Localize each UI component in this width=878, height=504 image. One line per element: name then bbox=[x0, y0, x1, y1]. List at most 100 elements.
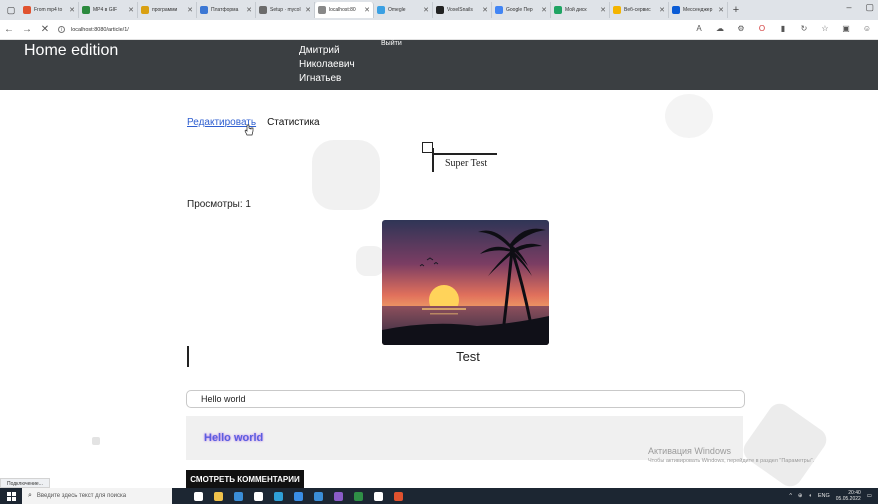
explorer-glyph bbox=[214, 491, 223, 501]
minimize-button[interactable]: – bbox=[846, 2, 851, 13]
tab-favicon-icon bbox=[436, 6, 444, 14]
edge-icon[interactable] bbox=[270, 488, 287, 504]
tab-close-icon[interactable]: ✕ bbox=[659, 6, 665, 14]
tab-title: VoxelSnails bbox=[447, 7, 473, 13]
tab-favicon-icon bbox=[613, 6, 621, 14]
check-icon[interactable] bbox=[310, 488, 327, 504]
background-shape bbox=[739, 399, 831, 491]
vscode-icon[interactable] bbox=[290, 488, 307, 504]
volume-icon[interactable]: ◖ bbox=[809, 493, 812, 499]
tab-favicon-icon bbox=[377, 6, 385, 14]
tab-close-icon[interactable]: ✕ bbox=[187, 6, 193, 14]
tab-close-icon[interactable]: ✕ bbox=[364, 6, 370, 14]
notifications-icon[interactable]: ▭ bbox=[867, 493, 872, 499]
tab-close-icon[interactable]: ✕ bbox=[246, 6, 252, 14]
sunset-palm-image bbox=[382, 220, 549, 345]
browser-tab[interactable]: Веб-сервис ✕ bbox=[610, 2, 669, 18]
tab-favicon-icon bbox=[23, 6, 31, 14]
browser-tab[interactable]: Setup · mycol ✕ bbox=[256, 2, 315, 18]
taskbar-search-placeholder: Введите здесь текст для поиска bbox=[36, 493, 127, 499]
tab-close-icon[interactable]: ✕ bbox=[600, 6, 606, 14]
browser-tab[interactable]: From mp4 to ✕ bbox=[20, 2, 79, 18]
close-load-icon[interactable]: ✕ bbox=[36, 24, 54, 35]
tab-title: MP4 в GIF bbox=[93, 7, 118, 13]
store-icon[interactable] bbox=[250, 488, 267, 504]
tab-close-icon[interactable]: ✕ bbox=[128, 6, 134, 14]
mail-icon[interactable] bbox=[230, 488, 247, 504]
article-logo: Super Test bbox=[420, 142, 500, 176]
browser-tab[interactable]: Мой диск ✕ bbox=[551, 2, 610, 18]
tab-actions-icon[interactable]: ▢ bbox=[2, 2, 20, 18]
tracking-icon[interactable]: ☁ bbox=[715, 24, 725, 33]
browser-tab[interactable]: Мессенджер ✕ bbox=[669, 2, 728, 18]
mail-glyph bbox=[234, 491, 243, 501]
background-shape bbox=[665, 94, 713, 138]
site-info-icon[interactable]: i bbox=[58, 26, 65, 33]
opera-icon[interactable]: O bbox=[757, 24, 767, 33]
logout-link[interactable]: Выйти bbox=[381, 40, 402, 47]
refresh-icon[interactable]: ↻ bbox=[799, 24, 809, 33]
clock[interactable]: 20:40 05.05.2022 bbox=[836, 490, 861, 502]
forward-icon[interactable]: → bbox=[18, 24, 36, 35]
store-glyph bbox=[254, 491, 263, 501]
tab-close-icon[interactable]: ✕ bbox=[718, 6, 724, 14]
browser-tab[interactable]: Omegle ✕ bbox=[374, 2, 433, 18]
tray-chevron-icon[interactable]: ^ bbox=[789, 493, 792, 499]
windows-activation-watermark: Активация Windows Чтобы активировать Win… bbox=[648, 446, 814, 464]
bolt-icon[interactable]: ▮ bbox=[778, 24, 788, 33]
vs-icon[interactable] bbox=[330, 488, 347, 504]
text-caret bbox=[187, 346, 189, 367]
back-icon[interactable]: ← bbox=[0, 24, 18, 35]
site-brand-link[interactable]: Home edition bbox=[24, 42, 118, 60]
comment-input[interactable] bbox=[186, 390, 745, 408]
monitor-icon[interactable] bbox=[370, 488, 387, 504]
new-tab-button[interactable]: + bbox=[728, 4, 744, 16]
chrome-glyph bbox=[394, 491, 403, 501]
tab-close-icon[interactable]: ✕ bbox=[482, 6, 488, 14]
browser-tab[interactable]: VoxelSnails ✕ bbox=[433, 2, 492, 18]
maximize-button[interactable]: ▢ bbox=[865, 2, 874, 13]
tab-title: программи bbox=[152, 7, 178, 13]
tab-favicon-icon bbox=[672, 6, 680, 14]
tab-title: Google Пер bbox=[506, 7, 533, 13]
show-comments-button[interactable]: СМОТРЕТЬ КОММЕНТАРИИ bbox=[186, 470, 304, 490]
chrome-icon[interactable] bbox=[390, 488, 407, 504]
favorites-icon[interactable]: ☆ bbox=[820, 24, 830, 33]
tab-close-icon[interactable]: ✕ bbox=[305, 6, 311, 14]
taskbar-apps bbox=[190, 488, 407, 504]
collections-icon[interactable]: ▣ bbox=[841, 24, 851, 33]
tab-close-icon[interactable]: ✕ bbox=[541, 6, 547, 14]
window-controls: – ▢ bbox=[846, 2, 874, 13]
start-button[interactable] bbox=[0, 488, 22, 504]
task-view-glyph bbox=[194, 491, 203, 501]
terminal-icon[interactable] bbox=[350, 488, 367, 504]
taskbar-search[interactable]: ⌕ Введите здесь текст для поиска bbox=[22, 488, 172, 504]
activation-title: Активация Windows bbox=[648, 446, 731, 456]
explorer-icon[interactable] bbox=[210, 488, 227, 504]
tab-close-icon[interactable]: ✕ bbox=[423, 6, 429, 14]
windows-logo-icon bbox=[6, 491, 16, 501]
browser-tab[interactable]: Платформа ✕ bbox=[197, 2, 256, 18]
monitor-glyph bbox=[374, 491, 383, 501]
tab-favicon-icon bbox=[554, 6, 562, 14]
image-caption: Test bbox=[456, 349, 480, 364]
network-icon[interactable]: ⊕ bbox=[798, 493, 803, 499]
browser-tab[interactable]: программи ✕ bbox=[138, 2, 197, 18]
read-aloud-icon[interactable]: A bbox=[694, 24, 704, 33]
profile-icon[interactable]: ☺ bbox=[862, 24, 872, 33]
tab-title: Setup · mycol bbox=[270, 7, 301, 13]
article-image bbox=[382, 220, 549, 345]
url-field[interactable]: i localhost:8080/article/1/ bbox=[58, 26, 129, 33]
address-bar: ← → ✕ i localhost:8080/article/1/ A ☁ ⚙ … bbox=[0, 20, 878, 40]
browser-tab[interactable]: Google Пер ✕ bbox=[492, 2, 551, 18]
statistics-link[interactable]: Статистика bbox=[267, 117, 320, 128]
task-view-icon[interactable] bbox=[190, 488, 207, 504]
browser-tab[interactable]: MP4 в GIF ✕ bbox=[79, 2, 138, 18]
vs-glyph bbox=[334, 491, 343, 501]
extension-icon[interactable]: ⚙ bbox=[736, 24, 746, 33]
tab-favicon-icon bbox=[495, 6, 503, 14]
tab-close-icon[interactable]: ✕ bbox=[69, 6, 75, 14]
browser-tab[interactable]: localhost:80 ✕ bbox=[315, 2, 374, 18]
language-indicator[interactable]: ENG bbox=[818, 493, 830, 499]
logo-horizontal-line bbox=[432, 153, 497, 155]
